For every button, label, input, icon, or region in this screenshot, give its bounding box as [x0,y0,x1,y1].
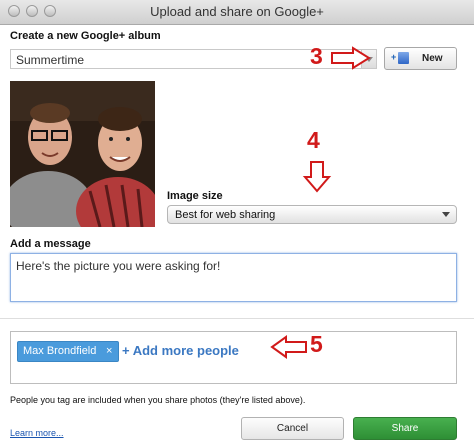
image-size-value: Best for web sharing [175,209,276,221]
people-tag-field[interactable]: Max Brondfield × + Add more people [10,331,457,384]
photo-image [10,81,155,227]
annotation-arrow-left-icon [270,335,307,359]
dialog-content: Create a new Google+ album Summertime + … [0,25,474,448]
image-size-label: Image size [167,190,223,202]
share-button[interactable]: Share [353,417,457,440]
new-album-button[interactable]: + New [384,47,457,70]
person-chip-name: Max Brondfield [23,345,97,357]
annotation-number-5: 5 [310,331,323,357]
image-size-select[interactable]: Best for web sharing [167,205,457,224]
plus-icon: + [391,52,397,62]
annotation-arrow-down-icon [302,161,332,193]
cancel-button[interactable]: Cancel [241,417,344,440]
album-stack-icon [398,52,409,64]
title-bar: Upload and share on Google+ [0,0,474,25]
new-album-button-label: New [422,53,443,64]
album-name-value: Summertime [16,53,85,67]
annotation-arrow-right-icon [331,46,371,70]
remove-person-icon[interactable]: × [106,342,112,361]
album-label: Create a new Google+ album [10,30,161,42]
learn-more-link[interactable]: Learn more... [10,428,64,438]
photo-preview [10,81,155,227]
message-label: Add a message [10,238,91,250]
dialog-window: Upload and share on Google+ Create a new… [0,0,474,448]
tagging-note: People you tag are included when you sha… [10,395,306,405]
add-more-people-link[interactable]: + Add more people [122,343,239,358]
annotation-number-3: 3 [310,43,323,69]
person-chip[interactable]: Max Brondfield × [17,341,120,362]
message-textarea[interactable]: Here's the picture you were asking for! [10,253,457,302]
message-text: Here's the picture you were asking for! [16,259,221,273]
window-title: Upload and share on Google+ [150,4,324,19]
annotation-number-4: 4 [307,127,320,153]
section-divider [0,318,474,319]
